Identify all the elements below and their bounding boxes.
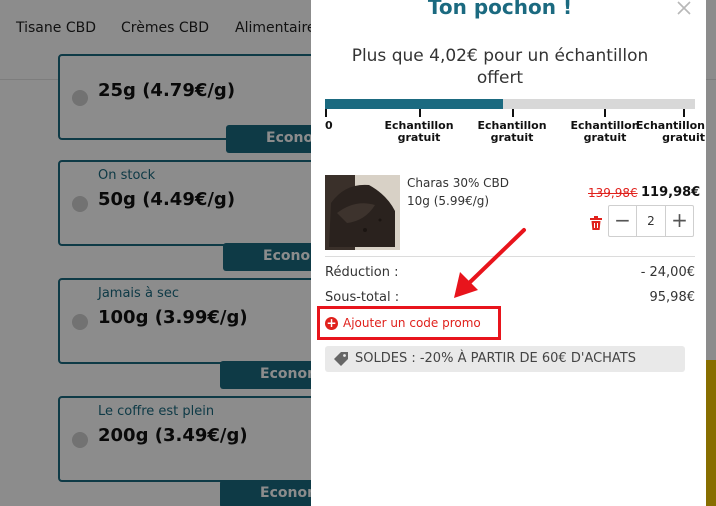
- milestone-tick: [419, 109, 421, 117]
- free-sample-progress-bar: [325, 99, 695, 109]
- milestone-tick: [512, 109, 514, 117]
- product-unit-price: 10g (5.99€/g): [407, 194, 490, 208]
- trash-icon[interactable]: [590, 216, 602, 230]
- discount-label: Réduction :: [325, 265, 399, 280]
- decrease-quantity-button[interactable]: −: [609, 206, 637, 236]
- milestone-tick: [604, 109, 606, 117]
- cart-title: Ton pochon !: [427, 0, 573, 19]
- quantity-stepper: − +: [608, 205, 694, 237]
- price-tag-icon: [334, 352, 348, 366]
- quantity-input[interactable]: [638, 206, 664, 236]
- milestone-label: Echantillon gratuit: [635, 119, 705, 144]
- sale-text: SOLDES : -20% À PARTIR DE 60€ D'ACHATS: [355, 351, 636, 366]
- milestone-tick: [325, 109, 327, 117]
- free-sample-message: Plus que 4,02€ pour un échantillon offer…: [351, 46, 649, 88]
- discounted-price: 119,98€: [641, 185, 701, 200]
- product-image[interactable]: [325, 175, 400, 250]
- sale-badge: SOLDES : -20% À PARTIR DE 60€ D'ACHATS: [325, 346, 685, 372]
- increase-quantity-button[interactable]: +: [665, 206, 693, 236]
- original-price: 139,98€: [588, 186, 638, 200]
- annotation-arrow-icon: [454, 228, 526, 298]
- milestone-label: 0: [325, 119, 333, 132]
- annotation-highlight-box: [317, 306, 501, 340]
- progress-fill: [325, 99, 503, 109]
- discount-value: - 24,00€: [640, 265, 695, 280]
- subtotal-value: 95,98€: [649, 290, 696, 305]
- milestone-label: Echantillon gratuit: [477, 119, 547, 144]
- product-name[interactable]: Charas 30% CBD: [407, 176, 509, 190]
- milestone-tick: [683, 109, 685, 117]
- milestone-label: Echantillon gratuit: [384, 119, 454, 144]
- close-icon[interactable]: [676, 0, 692, 16]
- subtotal-label: Sous-total :: [325, 290, 400, 305]
